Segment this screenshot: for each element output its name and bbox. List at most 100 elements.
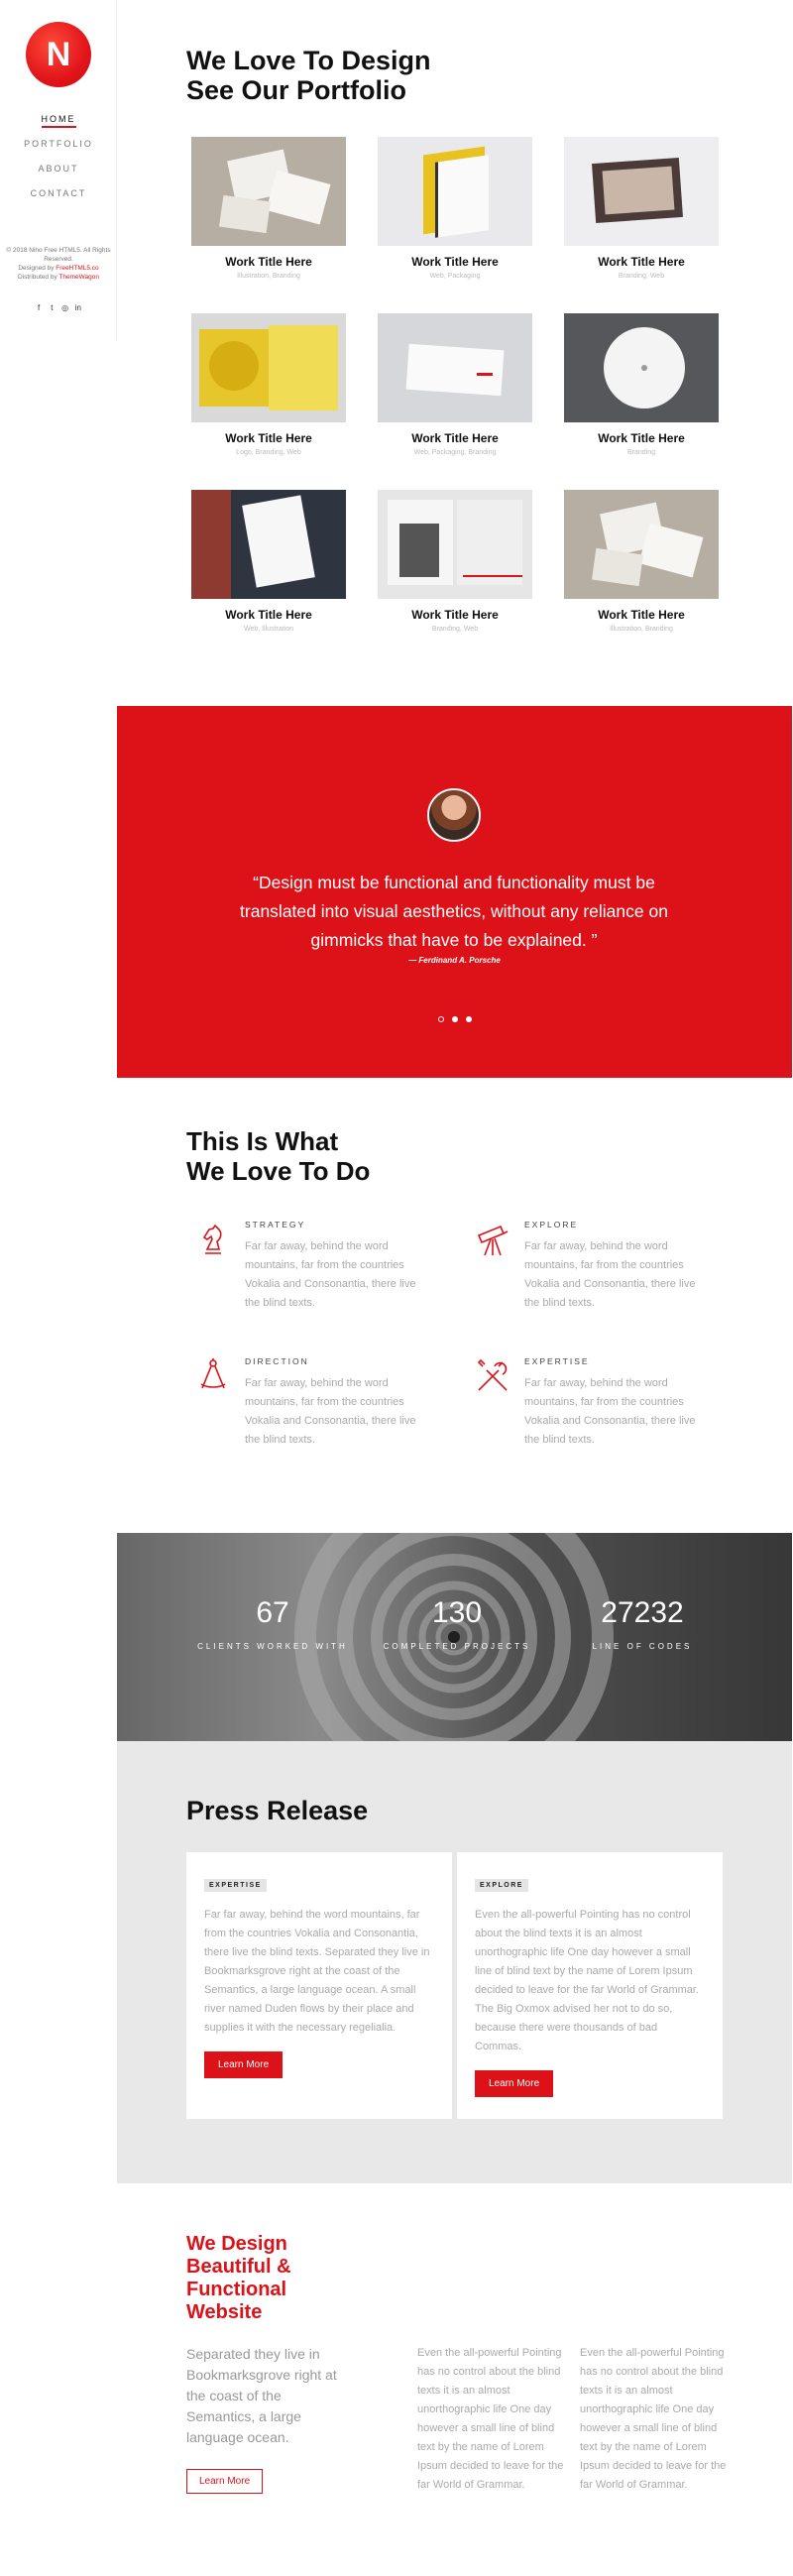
facebook-icon[interactable]: f bbox=[34, 303, 45, 312]
work-title[interactable]: Work Title Here bbox=[564, 608, 719, 622]
chess-knight-icon bbox=[202, 1224, 222, 1254]
nav-item-home[interactable]: Home bbox=[0, 107, 117, 132]
press-title: Press Release bbox=[186, 1796, 369, 1825]
work-item[interactable]: Work Title Here Web, Illustration bbox=[191, 490, 346, 633]
work-thumbnail[interactable] bbox=[191, 313, 346, 422]
work-thumbnail[interactable] bbox=[564, 137, 719, 246]
counter-label: Completed Projects bbox=[383, 1642, 531, 1651]
learn-more-button[interactable]: Learn More bbox=[475, 2070, 554, 2097]
press-section: Press Release Expertise Far far away, be… bbox=[117, 1741, 792, 2183]
telescope-icon bbox=[477, 1225, 509, 1256]
work-thumbnail[interactable] bbox=[564, 313, 719, 422]
service-heading: Strategy bbox=[245, 1220, 306, 1229]
portfolio-title: We Love To Design See Our Portfolio bbox=[186, 46, 431, 105]
work-thumbnail[interactable] bbox=[191, 137, 346, 246]
work-item[interactable]: Work Title Here Logo, Branding, Web bbox=[191, 313, 346, 456]
work-item[interactable]: Work Title Here Branding bbox=[564, 313, 719, 456]
work-title[interactable]: Work Title Here bbox=[378, 608, 532, 622]
portfolio-title-line2: See Our Portfolio bbox=[186, 75, 407, 105]
service-strategy: Strategy Far far away, behind the word m… bbox=[202, 1220, 433, 1313]
work-thumbnail[interactable] bbox=[378, 313, 532, 422]
counter-projects: 130 Completed Projects bbox=[358, 1596, 556, 1651]
carousel-dot[interactable] bbox=[465, 1016, 472, 1022]
work-category: Branding, Web bbox=[618, 273, 665, 280]
testimonial-author: — Ferdinand A. Porsche bbox=[408, 956, 501, 965]
counter-value: 27232 bbox=[601, 1596, 684, 1629]
work-title[interactable]: Work Title Here bbox=[378, 255, 532, 269]
distributed-by-label: Distributed by bbox=[17, 274, 57, 281]
press-text: Even the all-powerful Pointing has no co… bbox=[475, 1909, 700, 2052]
bottom-text-column: Even the all-powerful Pointing has no co… bbox=[580, 2347, 727, 2491]
service-text: Far far away, behind the word mountains,… bbox=[524, 1240, 696, 1309]
designed-by-label: Designed by bbox=[18, 265, 55, 272]
compass-icon bbox=[200, 1358, 226, 1389]
copyright: © 2018 Niho Free HTML5. All Rights Reser… bbox=[0, 246, 117, 282]
service-text: Far far away, behind the word mountains,… bbox=[245, 1377, 416, 1446]
work-item[interactable]: Work Title Here Web, Packaging bbox=[378, 137, 532, 280]
work-title[interactable]: Work Title Here bbox=[191, 608, 346, 622]
sidebar: N Home Portfolio About Contact © 2018 Ni… bbox=[0, 0, 117, 341]
counter-label: Clients Worked With bbox=[197, 1642, 348, 1651]
work-category: Logo, Branding, Web bbox=[236, 449, 301, 456]
work-title[interactable]: Work Title Here bbox=[378, 431, 532, 445]
nav-item-portfolio[interactable]: Portfolio bbox=[0, 132, 117, 157]
work-title[interactable]: Work Title Here bbox=[191, 431, 346, 445]
work-category: Web, Illustration bbox=[243, 626, 294, 633]
services-title-line2: We Love To Do bbox=[186, 1156, 371, 1186]
services-title-line1: This Is What bbox=[186, 1126, 339, 1156]
work-thumbnail[interactable] bbox=[378, 490, 532, 599]
service-heading: Direction bbox=[245, 1356, 309, 1366]
avatar bbox=[427, 788, 481, 842]
work-title[interactable]: Work Title Here bbox=[564, 255, 719, 269]
nav-item-contact[interactable]: Contact bbox=[0, 181, 117, 206]
work-category: Branding bbox=[626, 449, 656, 456]
service-heading: Explore bbox=[524, 1220, 579, 1229]
work-item[interactable]: Work Title Here Branding, Web bbox=[378, 490, 532, 633]
learn-more-button[interactable]: Learn More bbox=[204, 2051, 283, 2078]
copyright-text: © 2018 Niho Free HTML5. All Rights Reser… bbox=[6, 247, 111, 263]
testimonial-quote: “Design must be functional and functiona… bbox=[240, 873, 668, 950]
work-category: Branding, Web bbox=[431, 626, 479, 633]
press-text: Far far away, behind the word mountains,… bbox=[204, 1909, 430, 2034]
carousel-dot[interactable] bbox=[437, 1016, 444, 1022]
service-direction: Direction Far far away, behind the word … bbox=[200, 1356, 433, 1450]
counter-clients: 67 Clients Worked With bbox=[173, 1596, 372, 1651]
instagram-icon[interactable]: ◎ bbox=[59, 303, 70, 312]
work-item[interactable]: Work Title Here Web, Packaging, Branding bbox=[378, 313, 532, 456]
services-title: This Is What We Love To Do bbox=[186, 1126, 370, 1186]
nav-item-about[interactable]: About bbox=[0, 157, 117, 181]
work-title[interactable]: Work Title Here bbox=[191, 255, 346, 269]
learn-more-button[interactable]: Learn More bbox=[186, 2469, 264, 2494]
work-thumbnail[interactable] bbox=[191, 490, 346, 599]
work-item[interactable]: Work Title Here Illustration, Branding bbox=[191, 137, 346, 280]
work-category: Illustration, Branding bbox=[610, 626, 673, 633]
counter-value: 67 bbox=[256, 1596, 289, 1629]
twitter-icon[interactable]: t bbox=[47, 303, 57, 312]
designed-by-link[interactable]: FreeHTML5.co bbox=[56, 265, 98, 272]
work-item[interactable]: Work Title Here Branding, Web bbox=[564, 137, 719, 280]
carousel-dot[interactable] bbox=[451, 1016, 458, 1022]
work-category: Illustration, Branding bbox=[237, 273, 300, 280]
testimonial-section: “Design must be functional and functiona… bbox=[117, 706, 792, 1078]
portfolio-title-line1: We Love To Design bbox=[186, 46, 431, 75]
carousel-dots bbox=[117, 1009, 792, 1027]
counter-value: 130 bbox=[431, 1596, 483, 1629]
logo[interactable]: N bbox=[26, 22, 91, 87]
tools-icon bbox=[477, 1358, 508, 1391]
linkedin-icon[interactable]: in bbox=[72, 303, 83, 312]
work-thumbnail[interactable] bbox=[564, 490, 719, 599]
counter-lines: 27232 Line of Codes bbox=[543, 1596, 741, 1651]
work-item[interactable]: Work Title Here Illustration, Branding bbox=[564, 490, 719, 633]
distributed-by-link[interactable]: ThemeWagon bbox=[58, 274, 99, 281]
service-heading: Expertise bbox=[524, 1356, 590, 1366]
bottom-text-column: Even the all-powerful Pointing has no co… bbox=[417, 2347, 564, 2491]
press-badge: Explore bbox=[475, 1879, 528, 1892]
work-title[interactable]: Work Title Here bbox=[564, 431, 719, 445]
press-card: Explore Even the all-powerful Pointing h… bbox=[457, 1852, 723, 2119]
press-card: Expertise Far far away, behind the word … bbox=[186, 1852, 452, 2119]
main-nav: Home Portfolio About Contact bbox=[0, 107, 117, 206]
bottom-lead: Separated they live in Bookmarksgrove ri… bbox=[186, 2346, 337, 2445]
bottom-title: We Design Beautiful & Functional Website bbox=[186, 2233, 291, 2323]
work-category: Web, Packaging bbox=[429, 273, 481, 280]
work-thumbnail[interactable] bbox=[378, 137, 532, 246]
